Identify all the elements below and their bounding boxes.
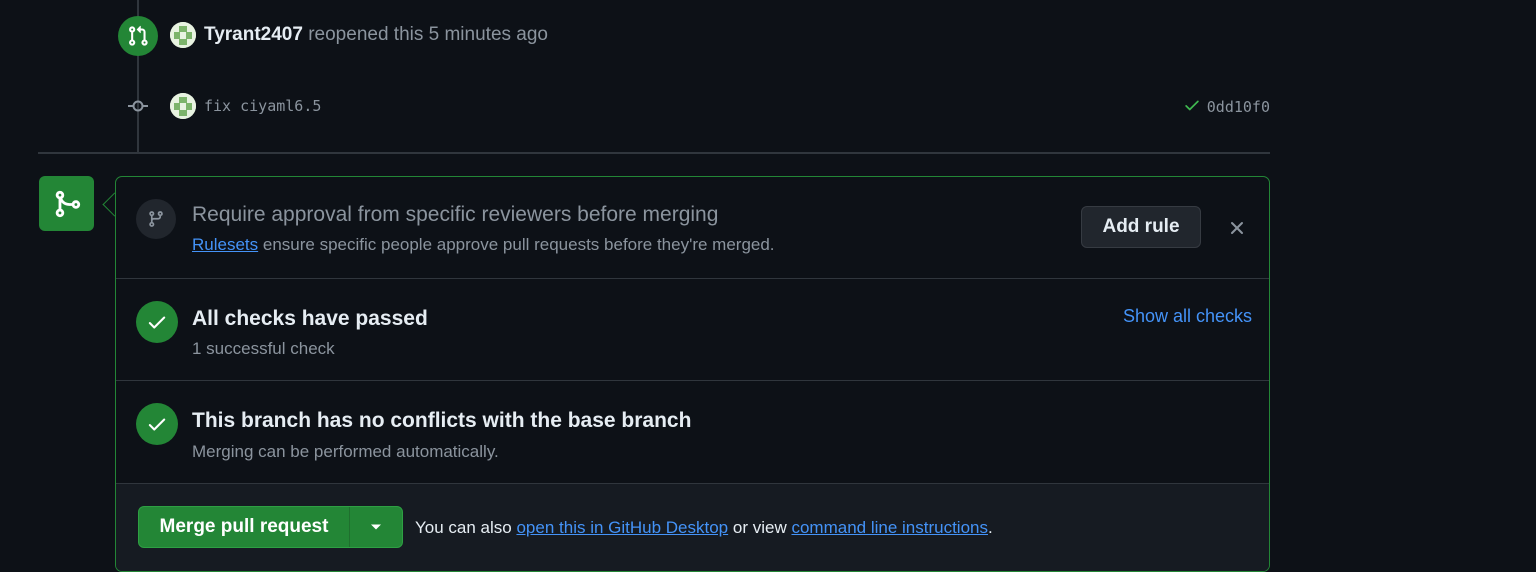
merge-text-prefix: You can also <box>415 518 512 537</box>
merge-alternatives-text: You can also open this in GitHub Desktop… <box>415 518 993 538</box>
commit-message-link[interactable]: fix ciyaml6.5 <box>204 97 321 115</box>
github-desktop-link[interactable]: open this in GitHub Desktop <box>516 518 728 537</box>
conflicts-subtitle: Merging can be performed automatically. <box>192 442 499 461</box>
check-icon[interactable] <box>1183 96 1201 118</box>
ruleset-description-text: ensure specific people approve pull requ… <box>262 235 775 254</box>
checks-section: All checks have passed 1 successful chec… <box>116 279 1269 381</box>
reopen-event: Tyrant2407 reopened this 5 minutes ago <box>170 22 548 48</box>
avatar[interactable] <box>170 22 196 48</box>
pull-request-reopened-icon <box>118 16 158 56</box>
ruleset-prompt: Require approval from specific reviewers… <box>116 177 1269 279</box>
merge-pull-request-button[interactable]: Merge pull request <box>139 507 350 547</box>
commit-sha-link[interactable]: 0dd10f0 <box>1207 98 1270 116</box>
timeline-divider <box>38 152 1270 154</box>
merge-button-group: Merge pull request <box>138 506 403 548</box>
username-link[interactable]: Tyrant2407 <box>204 24 303 45</box>
merge-section: Merge pull request You can also open thi… <box>116 484 1269 571</box>
conflicts-title: This branch has no conflicts with the ba… <box>192 409 692 432</box>
show-all-checks-link[interactable]: Show all checks <box>1123 306 1252 327</box>
merge-options-dropdown[interactable] <box>350 507 402 547</box>
add-rule-button[interactable]: Add rule <box>1081 206 1201 248</box>
avatar[interactable] <box>170 93 196 119</box>
close-icon[interactable] <box>1226 217 1248 239</box>
reopen-action-text: reopened this 5 minutes ago <box>308 24 548 45</box>
checks-subtitle: 1 successful check <box>192 339 335 358</box>
commit-sha: 0dd10f0 <box>1183 96 1270 118</box>
conflicts-section: This branch has no conflicts with the ba… <box>116 381 1269 484</box>
merge-text-middle: or view <box>732 518 787 537</box>
ruleset-description: Rulesets ensure specific people approve … <box>192 235 775 255</box>
commit-row: fix ciyaml6.5 0dd10f0 <box>128 91 1270 121</box>
checks-title: All checks have passed <box>192 307 428 330</box>
git-commit-icon <box>128 96 148 116</box>
check-circle-icon <box>136 403 178 445</box>
check-circle-icon <box>136 301 178 343</box>
ruleset-title: Require approval from specific reviewers… <box>192 203 719 226</box>
command-line-instructions-link[interactable]: command line instructions <box>791 518 988 537</box>
rulesets-link[interactable]: Rulesets <box>192 235 258 254</box>
merge-text-suffix: . <box>988 518 993 537</box>
git-merge-icon <box>39 176 94 231</box>
merge-box: Require approval from specific reviewers… <box>115 176 1270 572</box>
branch-icon <box>136 199 176 239</box>
triangle-down-icon <box>370 518 382 536</box>
